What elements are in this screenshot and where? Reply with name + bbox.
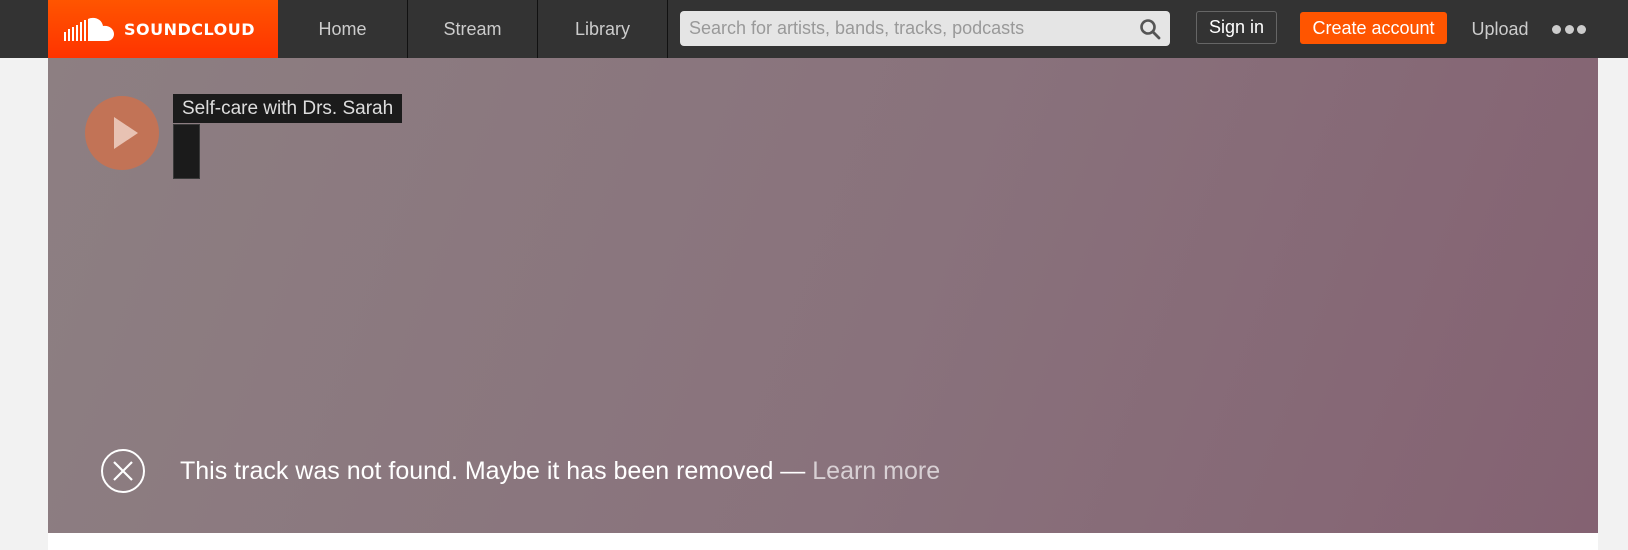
search-icon[interactable] (1138, 17, 1162, 41)
track-title[interactable]: Self-care with Drs. Sarah (173, 94, 403, 123)
soundcloud-logo[interactable]: SOUNDCLOUD (48, 0, 278, 58)
track-artist[interactable] (173, 124, 200, 179)
logo-text: SOUNDCLOUD (124, 19, 256, 39)
upload-link[interactable]: Upload (1470, 0, 1530, 58)
top-bar: SOUNDCLOUD Home Stream Library Sign in C… (0, 0, 1628, 58)
more-icon[interactable] (1552, 18, 1586, 40)
nav-library[interactable]: Library (538, 0, 668, 58)
nav-home[interactable]: Home (278, 0, 408, 58)
error-message: This track was not found. Maybe it has b… (180, 456, 774, 485)
track-hero: Self-care with Drs. Sarah This track was… (48, 58, 1598, 533)
close-circle-icon (101, 449, 145, 493)
create-account-button[interactable]: Create account (1300, 12, 1447, 44)
learn-more-link[interactable]: Learn more (812, 457, 940, 485)
more-dot (1552, 24, 1561, 34)
more-dot (1577, 24, 1586, 34)
nav-stream[interactable]: Stream (408, 0, 538, 58)
play-button[interactable] (85, 96, 159, 170)
play-icon (114, 117, 138, 149)
error-message-row: This track was not found. Maybe it has b… (100, 448, 940, 494)
error-text: This track was not found. Maybe it has b… (180, 457, 940, 486)
error-separator: — (773, 456, 813, 485)
content-area (48, 533, 1598, 550)
search-box (680, 11, 1170, 46)
soundcloud-cloud-icon (64, 17, 114, 41)
search-input[interactable] (680, 11, 1120, 46)
more-dot (1564, 24, 1574, 34)
sign-in-button[interactable]: Sign in (1196, 11, 1277, 44)
